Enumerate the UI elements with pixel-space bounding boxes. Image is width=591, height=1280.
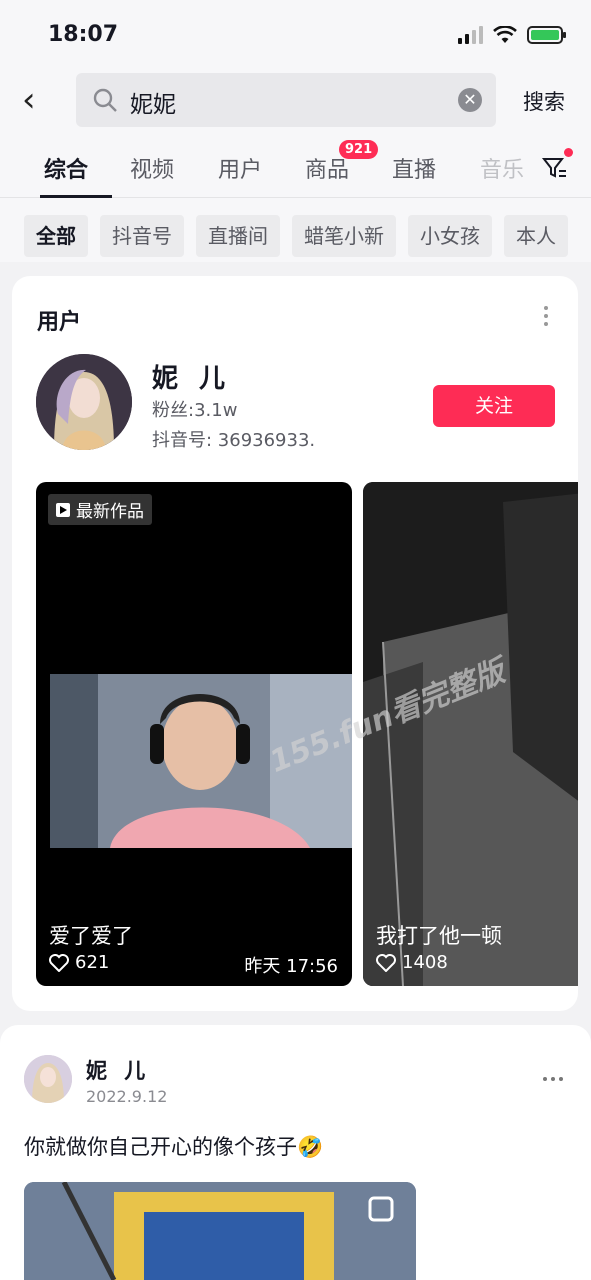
post-card: 妮 儿 2022.9.12 你就做你自己开心的像个孩子🤣 [0,1025,591,1280]
chip-all[interactable]: 全部 [24,215,88,257]
chip-douyin-id[interactable]: 抖音号 [100,215,184,257]
wifi-icon [493,26,517,43]
play-icon [56,502,70,517]
products-count-badge: 921 [339,140,379,159]
video-likes: 621 [49,952,109,973]
heart-icon [49,953,69,972]
user-name[interactable]: 妮 儿 [152,358,231,395]
filter-notification-dot [564,148,573,157]
follower-count: 粉丝:3.1w [152,400,238,421]
clear-icon[interactable]: ✕ [458,88,482,112]
avatar[interactable] [24,1055,72,1103]
douyin-id: 抖音号: 36936933. [152,430,316,451]
search-tabs: 综合 视频 用户 商品 921 直播 音乐 [0,140,591,198]
tab-products[interactable]: 商品 921 [305,140,379,184]
back-icon[interactable]: ‹ [22,82,54,118]
filter-chips: 全部 抖音号 直播间 蜡笔小新 小女孩 本人 [24,215,568,257]
card-title: 用户 [37,310,82,335]
tab-products-label: 商品 [305,158,350,183]
heart-icon [376,953,396,972]
likes-count: 621 [75,952,110,973]
status-time: 18:07 [48,22,119,47]
cellular-signal-icon [458,26,483,44]
chip-self[interactable]: 本人 [504,215,568,257]
chip-live-room[interactable]: 直播间 [196,215,280,257]
video-caption: 爱了爱了 [49,924,133,948]
battery-icon [527,26,566,44]
latest-work-label: 最新作品 [76,502,144,522]
video-card[interactable]: 我打了他一顿 1408 [363,482,578,986]
more-icon[interactable] [543,1077,563,1081]
post-image[interactable] [24,1182,416,1280]
post-text: 你就做你自己开心的像个孩子🤣 [24,1135,324,1159]
search-icon [93,88,117,112]
video-caption: 我打了他一顿 [376,924,502,948]
likes-count: 1408 [402,952,448,973]
post-date: 2022.9.12 [86,1087,168,1106]
tab-comprehensive[interactable]: 综合 [44,152,88,184]
search-input[interactable]: 妮妮 ✕ [76,73,496,127]
filter-icon[interactable] [541,154,569,182]
search-query[interactable]: 妮妮 [130,85,176,119]
avatar[interactable] [36,354,132,450]
tab-live[interactable]: 直播 [392,152,436,184]
chip-little-girl[interactable]: 小女孩 [408,215,492,257]
status-icons [458,26,566,44]
video-time: 昨天 17:56 [244,956,338,977]
top-area: 18:07 ‹ 妮妮 ✕ 搜索 综合 视频 用户 商品 921 直播 音乐 全部… [0,0,591,262]
tab-music[interactable]: 音乐 [480,152,524,184]
active-tab-indicator [40,195,112,198]
tab-users[interactable]: 用户 [218,152,262,184]
post-author[interactable]: 妮 儿 [86,1055,150,1085]
latest-work-tag: 最新作品 [48,494,152,525]
user-result-card: 用户 妮 儿 粉丝:3.1w 抖音号: 36936933. 关注 最新作品 爱了… [12,276,578,1011]
video-likes: 1408 [376,952,448,973]
search-button[interactable]: 搜索 [523,86,565,116]
follow-button[interactable]: 关注 [433,385,555,427]
more-icon[interactable] [544,306,550,326]
chip-crayon-shinchan[interactable]: 蜡笔小新 [292,215,396,257]
tab-videos[interactable]: 视频 [130,152,174,184]
